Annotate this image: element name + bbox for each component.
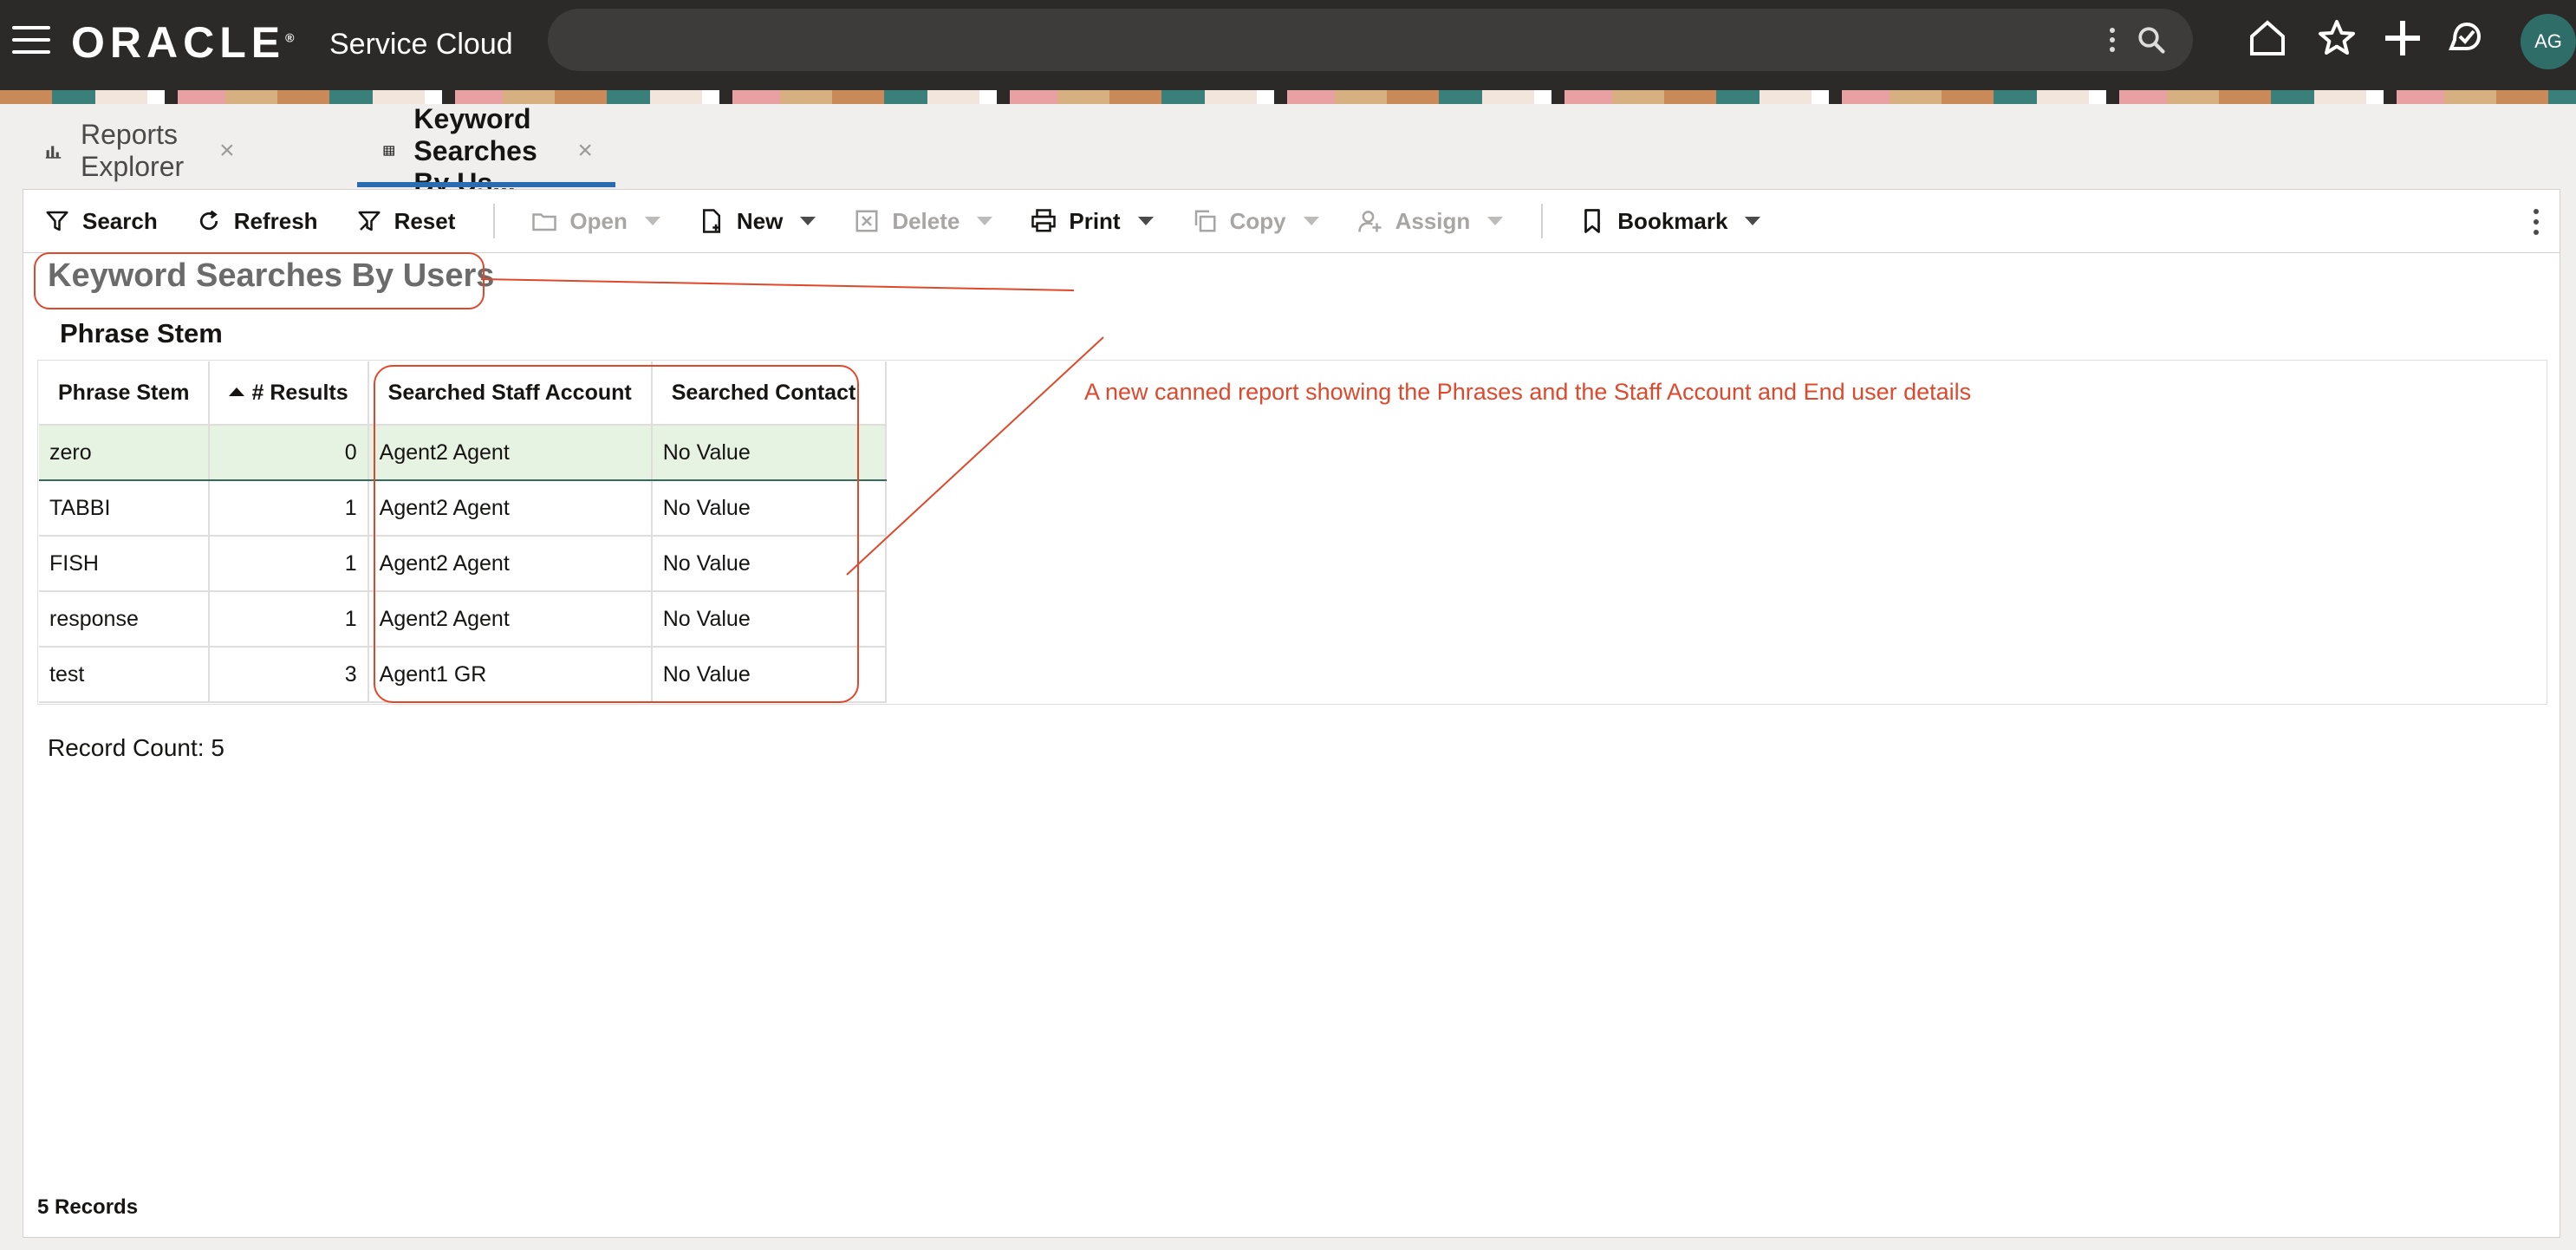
records-footer: 5 Records (37, 1195, 139, 1219)
column-header-results[interactable]: # Results (209, 361, 369, 426)
bookmark-button[interactable]: Bookmark (1579, 207, 1761, 235)
toolbar-divider (1541, 204, 1544, 238)
cell-phrase-stem: test (39, 647, 211, 703)
new-document-icon (702, 209, 720, 233)
folder-icon (532, 213, 557, 231)
record-count: Record Count: 5 (48, 734, 224, 761)
cell-phrase-stem: response (39, 591, 211, 648)
columns-highlight-annotation (374, 365, 859, 703)
decorative-banner (0, 90, 2576, 104)
search-label: Search (82, 207, 158, 234)
tab-label: Keyword Searches By Us... (413, 102, 537, 199)
section-title: Phrase Stem (60, 318, 223, 348)
global-search-input[interactable] (548, 9, 2193, 71)
chevron-down-icon (1487, 217, 1504, 225)
cell-results: 3 (209, 647, 369, 703)
toolbar-divider (493, 204, 496, 238)
chevron-down-icon (1137, 217, 1154, 225)
refresh-label: Refresh (233, 207, 318, 234)
reset-button[interactable]: Reset (356, 207, 456, 235)
title-highlight-annotation (34, 252, 485, 309)
chevron-down-icon (1745, 217, 1761, 225)
table-grid-icon (383, 146, 394, 156)
printer-icon (1031, 209, 1057, 232)
workspace: Reports Explorer × Keyword Searches By U… (0, 103, 2576, 1250)
cell-phrase-stem: zero (39, 425, 211, 481)
chevron-down-icon (1303, 217, 1319, 225)
new-label: New (736, 207, 784, 234)
bookmark-label: Bookmark (1617, 207, 1728, 234)
create-plus-icon[interactable] (2382, 17, 2423, 59)
assign-button[interactable]: Assign (1357, 208, 1504, 235)
product-name: Service Cloud (329, 28, 513, 61)
filter-icon (46, 211, 68, 231)
search-button[interactable]: Search (44, 208, 158, 235)
chevron-down-icon (644, 217, 660, 225)
print-button[interactable]: Print (1031, 207, 1154, 235)
report-panel: Search Refresh Reset Open New Delete Pri… (23, 189, 2560, 1238)
tab-label: Reports Explorer (81, 119, 185, 182)
assign-label: Assign (1395, 207, 1471, 234)
annotation-connector-lines (480, 278, 1104, 576)
close-tab-icon[interactable]: × (577, 136, 593, 166)
tab-keyword-searches[interactable]: Keyword Searches By Us... × (357, 103, 615, 199)
chevron-down-icon (977, 217, 993, 225)
new-button[interactable]: New (699, 208, 816, 235)
chevron-down-icon (800, 217, 816, 225)
print-label: Print (1069, 207, 1121, 234)
search-icon[interactable] (2136, 24, 2167, 55)
refresh-icon (199, 210, 218, 231)
delete-button[interactable]: Delete (854, 207, 993, 235)
cell-results: 1 (209, 536, 369, 592)
open-label: Open (569, 207, 628, 234)
copy-icon (1194, 210, 1216, 232)
copy-label: Copy (1229, 207, 1286, 234)
bar-chart-icon (45, 146, 62, 159)
report-toolbar: Search Refresh Reset Open New Delete Pri… (23, 190, 2560, 253)
cell-phrase-stem: TABBI (39, 480, 211, 537)
cell-results: 1 (209, 591, 369, 648)
reset-filter-icon (358, 211, 381, 231)
search-options-icon[interactable] (2110, 28, 2115, 52)
cell-results: 0 (209, 425, 369, 481)
hamburger-menu-icon[interactable] (12, 26, 50, 57)
global-header: ORACLE® Service Cloud AG (0, 0, 2576, 90)
delete-label: Delete (892, 207, 960, 234)
oracle-logo[interactable]: ORACLE® (71, 17, 294, 68)
cell-results: 1 (209, 480, 369, 537)
assign-user-icon (1357, 211, 1382, 232)
close-tab-icon[interactable]: × (219, 136, 235, 166)
reset-label: Reset (394, 207, 456, 234)
delete-icon (855, 210, 878, 232)
refresh-button[interactable]: Refresh (196, 208, 318, 235)
notifications-icon[interactable] (2444, 17, 2486, 59)
sort-ascending-icon (229, 387, 245, 396)
copy-button[interactable]: Copy (1192, 208, 1319, 235)
bookmark-icon (1584, 209, 1601, 233)
more-actions-icon[interactable] (2534, 209, 2539, 240)
home-icon[interactable] (2247, 17, 2288, 59)
column-header-phrase-stem[interactable]: Phrase Stem (39, 361, 211, 426)
tab-reports-explorer[interactable]: Reports Explorer × (45, 116, 235, 186)
favorites-star-icon[interactable] (2316, 17, 2358, 59)
user-avatar[interactable]: AG (2521, 14, 2576, 69)
open-button[interactable]: Open (531, 208, 660, 235)
cell-phrase-stem: FISH (39, 536, 211, 592)
